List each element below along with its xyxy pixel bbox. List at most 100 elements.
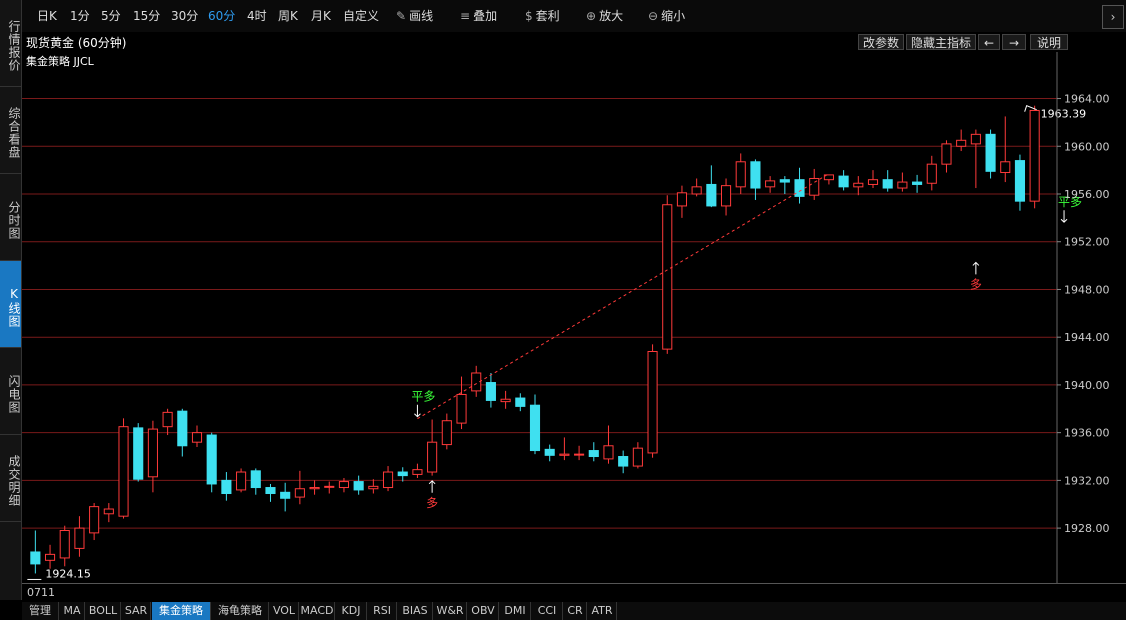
candle-body bbox=[632, 447, 643, 467]
indicator-tab[interactable]: BOLL bbox=[86, 602, 121, 620]
period-5min[interactable]: 5分 bbox=[101, 0, 121, 32]
signal-long-label: 多 bbox=[970, 277, 982, 291]
price-axis: 1964.00 1960.00 1956.00 1952.00 1948.00 1944.… bbox=[1056, 52, 1110, 583]
stack-icon: ≡ bbox=[460, 9, 471, 23]
candle-body bbox=[412, 469, 423, 475]
indicator-tab[interactable]: SAR bbox=[122, 602, 151, 620]
indicator-tab[interactable]: 集金策略 bbox=[152, 602, 211, 620]
candle-body bbox=[30, 551, 41, 565]
side-tab-kline[interactable]: K线图 bbox=[0, 261, 21, 348]
indicator-tab[interactable]: KDJ bbox=[336, 602, 367, 620]
pencil-icon: ✎ bbox=[396, 9, 407, 23]
scroll-right-button[interactable]: → bbox=[1002, 34, 1026, 50]
indicator-tab[interactable]: VOL bbox=[270, 602, 299, 620]
candle-body bbox=[676, 192, 688, 207]
candle-body bbox=[147, 428, 158, 478]
candle-body bbox=[559, 453, 570, 456]
indicator-tab[interactable]: MACD bbox=[300, 602, 335, 620]
candle-body bbox=[1000, 161, 1011, 174]
side-tab-flash[interactable]: 闪电图 bbox=[0, 348, 21, 435]
period-custom[interactable]: 自定义 bbox=[343, 0, 379, 32]
period-1min[interactable]: 1分 bbox=[70, 0, 90, 32]
date-label: 0711 bbox=[27, 586, 55, 599]
help-button[interactable]: 说明 bbox=[1030, 34, 1068, 50]
indicator-tabs: 管理 MA BOLL SAR 集金策略 海龟策略 VOL MACD KDJ RSI BIAS W&R O… bbox=[22, 602, 1126, 620]
chart-grid bbox=[22, 98, 1057, 529]
candle-body bbox=[162, 411, 173, 428]
edit-params-button[interactable]: 改参数 bbox=[858, 34, 904, 50]
indicator-tab[interactable]: W&R bbox=[434, 602, 467, 620]
candle-body bbox=[397, 471, 408, 477]
scroll-left-button[interactable]: ← bbox=[978, 34, 1000, 50]
candle-body bbox=[103, 508, 114, 515]
candle-body bbox=[838, 175, 849, 188]
kline-chart[interactable]: 1963.391924.15多平多多平多 1964.001960.001956.… bbox=[22, 52, 1126, 583]
candle-body bbox=[382, 471, 394, 489]
side-tab-timeshare[interactable]: 分时图 bbox=[0, 174, 21, 261]
candle-body bbox=[441, 420, 452, 446]
indicator-tab[interactable]: BIAS bbox=[398, 602, 433, 620]
candle-body bbox=[588, 450, 599, 458]
tick-label: 1952.00 bbox=[1064, 236, 1110, 249]
candle-body bbox=[662, 204, 673, 350]
candle-body bbox=[515, 397, 526, 407]
candle-body bbox=[706, 183, 717, 207]
candle-body bbox=[926, 163, 937, 184]
draw-line-button[interactable]: ✎ 画线 bbox=[396, 0, 433, 32]
candle-body bbox=[853, 182, 864, 188]
indicator-tab[interactable]: DMI bbox=[500, 602, 531, 620]
candle-body bbox=[529, 404, 541, 452]
candle-body bbox=[941, 143, 952, 165]
indicator-tab[interactable]: 管理 bbox=[22, 602, 59, 620]
zoom-out-button[interactable]: ⊖ 缩小 bbox=[648, 0, 685, 32]
candle-body bbox=[236, 471, 247, 491]
indicator-tab[interactable]: OBV bbox=[468, 602, 499, 620]
candle-body bbox=[353, 481, 364, 491]
signal-arrow-down bbox=[1060, 210, 1068, 223]
indicator-tab[interactable]: MA bbox=[60, 602, 85, 620]
toolbar-next-button[interactable]: › bbox=[1102, 5, 1124, 29]
candle-body bbox=[1029, 109, 1040, 202]
candle-body bbox=[206, 434, 217, 485]
candle-body bbox=[765, 180, 776, 188]
candle-body bbox=[779, 179, 790, 183]
candle-body bbox=[897, 181, 908, 189]
candle-body bbox=[970, 133, 981, 145]
indicator-tab[interactable]: CR bbox=[564, 602, 587, 620]
candle-body bbox=[44, 553, 56, 561]
overlay-button[interactable]: ≡ 叠加 bbox=[460, 0, 497, 32]
money-bag-icon: $ bbox=[525, 9, 533, 23]
date-axis: 0711 bbox=[22, 583, 1126, 602]
side-tab-overview[interactable]: 综合看盘 bbox=[0, 87, 21, 174]
candle-body bbox=[368, 485, 379, 490]
side-tab-trades[interactable]: 成交明细 bbox=[0, 435, 21, 522]
chevron-right-icon: › bbox=[1110, 10, 1116, 24]
indicator-tab[interactable]: ATR bbox=[588, 602, 617, 620]
zoom-in-button[interactable]: ⊕ 放大 bbox=[586, 0, 623, 32]
period-60min[interactable]: 60分 bbox=[208, 0, 235, 32]
signal-arrow-up bbox=[428, 480, 436, 493]
candle-body bbox=[324, 485, 335, 488]
candle-body bbox=[985, 133, 996, 172]
period-15min[interactable]: 15分 bbox=[133, 0, 160, 32]
indicator-tab[interactable]: CCI bbox=[532, 602, 563, 620]
period-weekly[interactable]: 周K bbox=[278, 0, 298, 32]
candle-body bbox=[191, 432, 203, 443]
period-monthly[interactable]: 月K bbox=[311, 0, 331, 32]
period-4h[interactable]: 4时 bbox=[247, 0, 267, 32]
tick-label: 1940.00 bbox=[1064, 379, 1110, 392]
indicator-tab[interactable]: RSI bbox=[368, 602, 397, 620]
signal-arrow-down bbox=[414, 404, 421, 418]
candle-body bbox=[1014, 160, 1026, 202]
side-tab-quotes[interactable]: 行情报价 bbox=[0, 0, 21, 87]
candle-body bbox=[338, 481, 350, 489]
period-daily[interactable]: 日K bbox=[37, 0, 57, 32]
candle-body bbox=[177, 410, 188, 447]
signal-flat-label: 平多 bbox=[411, 390, 435, 404]
period-30min[interactable]: 30分 bbox=[171, 0, 198, 32]
strategy-indicator-label: 集金策略 JJCL bbox=[26, 55, 94, 68]
arbitrage-button[interactable]: $ 套利 bbox=[525, 0, 560, 32]
hide-main-indicator-button[interactable]: 隐藏主指标 bbox=[906, 34, 976, 50]
candle-body bbox=[750, 161, 761, 189]
indicator-tab[interactable]: 海龟策略 bbox=[212, 602, 269, 620]
